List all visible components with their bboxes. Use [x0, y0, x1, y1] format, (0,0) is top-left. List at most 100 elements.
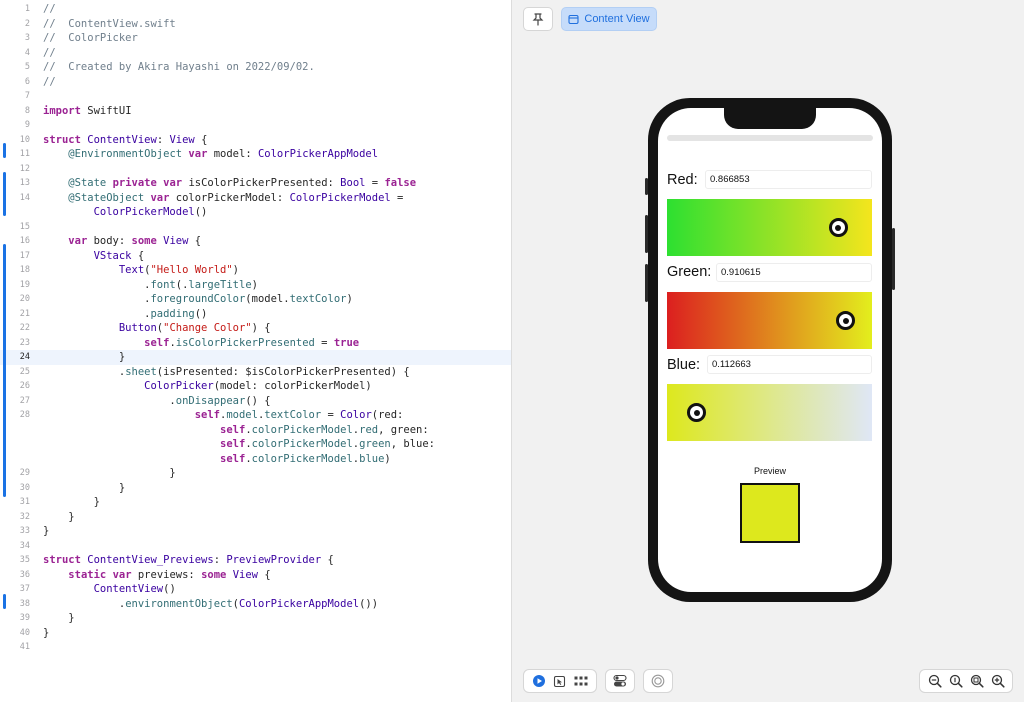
- code-line[interactable]: 13 @State private var isColorPickerPrese…: [0, 176, 511, 191]
- code-line[interactable]: 39 }: [0, 611, 511, 626]
- code-line[interactable]: self.colorPickerModel.green, blue:: [0, 437, 511, 452]
- code-line[interactable]: 11 @EnvironmentObject var model: ColorPi…: [0, 147, 511, 162]
- line-number: 15: [19, 221, 30, 232]
- code-line[interactable]: 30 }: [0, 481, 511, 496]
- code-token: blue: [359, 452, 385, 465]
- code-line[interactable]: 29 }: [0, 466, 511, 481]
- zoom-to-fit-button[interactable]: [947, 672, 965, 690]
- blue-value-field[interactable]: 0.112663: [707, 355, 872, 374]
- code-token: Button: [118, 322, 157, 334]
- change-bar[interactable]: [3, 172, 6, 216]
- code-token: (): [194, 307, 208, 320]
- live-preview-button[interactable]: [530, 672, 548, 690]
- code-line[interactable]: ColorPickerModel(): [0, 205, 511, 220]
- code-line[interactable]: 28 self.model.textColor = Color(red:: [0, 408, 511, 423]
- code-line[interactable]: 24 }: [0, 350, 511, 365]
- code-token: some: [201, 568, 227, 581]
- iphone-device-frame: Red: 0.866853 Green: 0.910615 Blue: 0.11…: [645, 98, 895, 602]
- code-line[interactable]: 6 //: [0, 75, 511, 90]
- code-line[interactable]: 15: [0, 220, 511, 235]
- red-value-field[interactable]: 0.866853: [705, 170, 872, 189]
- code-line[interactable]: 41: [0, 640, 511, 655]
- zoom-in-icon: [991, 674, 1005, 688]
- selectable-mode-button[interactable]: [551, 672, 569, 690]
- variants-grid-button[interactable]: [572, 672, 590, 690]
- code-line[interactable]: 25 .sheet(isPresented: $isColorPickerPre…: [0, 365, 511, 380]
- line-code: }: [43, 611, 74, 626]
- green-label: Green:: [667, 264, 712, 280]
- change-bar[interactable]: [3, 594, 6, 609]
- code-line[interactable]: 22 Button("Change Color") {: [0, 321, 511, 336]
- code-line[interactable]: 37 ContentView(): [0, 582, 511, 597]
- code-line[interactable]: self.colorPickerModel.red, green:: [0, 423, 511, 438]
- red-gradient-slider[interactable]: [667, 199, 872, 256]
- red-slider-knob[interactable]: [828, 218, 848, 237]
- line-code: }: [43, 626, 49, 641]
- code-line[interactable]: 21 .padding(): [0, 307, 511, 322]
- code-line[interactable]: 5 // Created by Akira Hayashi on 2022/09/…: [0, 60, 511, 75]
- code-line[interactable]: 23 self.isColorPickerPresented = true: [0, 336, 511, 351]
- code-token: ColorPickerAppModel: [238, 597, 360, 610]
- code-token: VStack: [93, 249, 132, 262]
- code-token: foregroundColor: [150, 293, 246, 305]
- code-line[interactable]: 18 Text("Hello World"): [0, 263, 511, 278]
- code-editor[interactable]: 1 // 2 // ContentView.swift 3 // ColorPicker 4…: [0, 0, 511, 702]
- code-line[interactable]: 1 //: [0, 2, 511, 17]
- change-bar[interactable]: [3, 244, 6, 497]
- change-bar[interactable]: [3, 143, 6, 158]
- code-line[interactable]: 40}: [0, 626, 511, 641]
- code-line[interactable]: 36 static var previews: some View {: [0, 568, 511, 583]
- code-line[interactable]: 7: [0, 89, 511, 104]
- variants-toggle-button[interactable]: [611, 672, 629, 690]
- green-slider-knob[interactable]: [836, 311, 856, 330]
- code-line[interactable]: 26 ColorPicker(model: colorPickerModel): [0, 379, 511, 394]
- code-line[interactable]: 33}: [0, 524, 511, 539]
- blue-slider-knob[interactable]: [687, 403, 707, 422]
- sheet-grabber[interactable]: [667, 135, 873, 141]
- code-line[interactable]: 12: [0, 162, 511, 177]
- code-line[interactable]: 38 .environmentObject(ColorPickerAppMode…: [0, 597, 511, 612]
- line-number: 20: [19, 294, 30, 304]
- device-settings-button[interactable]: [649, 672, 667, 690]
- code-line[interactable]: 2 // ContentView.swift: [0, 17, 511, 32]
- code-token: @State: [68, 177, 107, 189]
- zoom-actual-size-button[interactable]: [968, 672, 986, 690]
- code-line[interactable]: 9: [0, 118, 511, 133]
- code-line[interactable]: 34: [0, 539, 511, 554]
- pin-button[interactable]: [523, 7, 553, 31]
- code-line[interactable]: 17 VStack {: [0, 249, 511, 264]
- code-token: :: [213, 554, 227, 566]
- code-line[interactable]: 4 //: [0, 46, 511, 61]
- zoom-out-button[interactable]: [926, 672, 944, 690]
- blue-gradient-slider[interactable]: [667, 384, 872, 441]
- green-value-field[interactable]: 0.910615: [716, 263, 872, 282]
- code-line[interactable]: self.colorPickerModel.blue): [0, 452, 511, 467]
- code-line[interactable]: 35 struct ContentView_Previews: PreviewPr…: [0, 553, 511, 568]
- line-number: 27: [19, 395, 30, 406]
- code-line[interactable]: 3 // ColorPicker: [0, 31, 511, 46]
- code-token: Text: [118, 264, 145, 276]
- line-number: 5: [24, 62, 30, 72]
- green-gradient-slider[interactable]: [667, 292, 872, 349]
- line-number: 34: [19, 540, 30, 551]
- device-settings-group: [643, 669, 673, 693]
- code-line[interactable]: 32 }: [0, 510, 511, 525]
- code-token: (): [194, 206, 208, 218]
- line-number: 28: [19, 410, 30, 420]
- code-token: (model: colorPickerModel): [213, 380, 372, 392]
- code-line[interactable]: 31 }: [0, 495, 511, 510]
- zoom-in-button[interactable]: [989, 672, 1007, 690]
- code-line[interactable]: 19 .font(.largeTitle): [0, 278, 511, 293]
- code-line[interactable]: 10 struct ContentView: View {: [0, 133, 511, 148]
- code-line[interactable]: 20 .foregroundColor(model.textColor): [0, 292, 511, 307]
- code-line[interactable]: 14 @StateObject var colorPickerModel: Co…: [0, 191, 511, 206]
- code-token: ColorPickerModel: [289, 191, 391, 204]
- line-number: 6: [24, 76, 30, 87]
- content-view-button[interactable]: Content View: [561, 7, 657, 31]
- zoom-fit-icon: [949, 674, 963, 688]
- code-line[interactable]: 16 var body: some View {: [0, 234, 511, 249]
- code-line[interactable]: 27 .onDisappear() {: [0, 394, 511, 409]
- code-token: import: [43, 104, 81, 117]
- code-line[interactable]: 8 import SwiftUI: [0, 104, 511, 119]
